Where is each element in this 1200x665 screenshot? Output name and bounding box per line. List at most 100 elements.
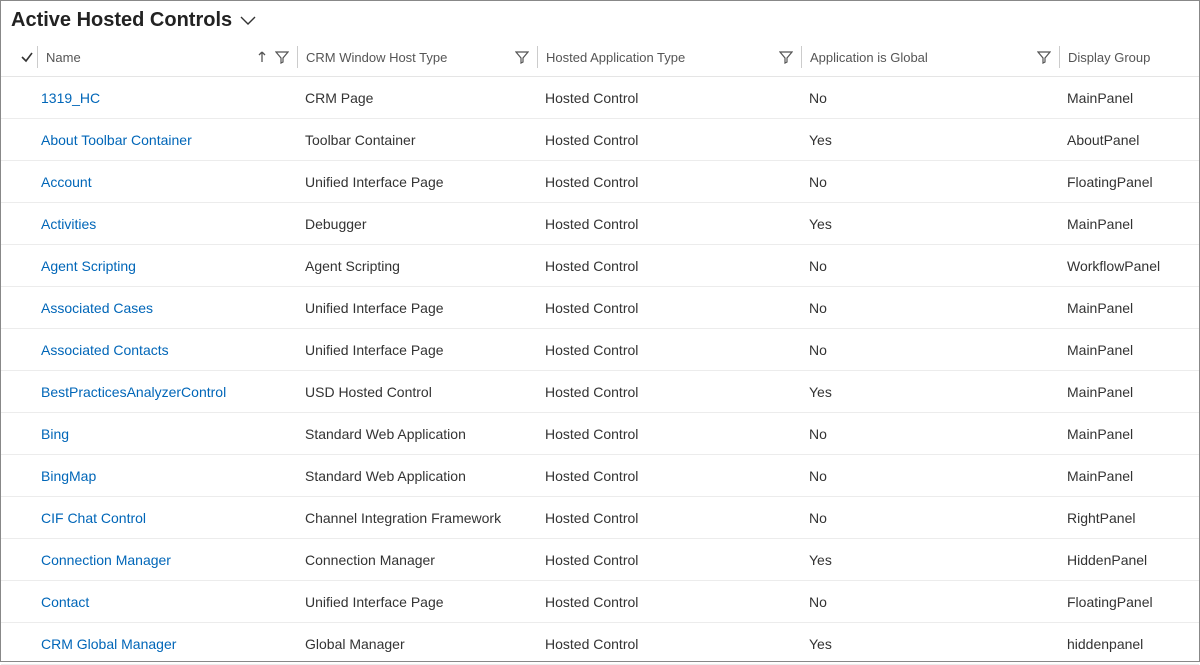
- cell-display-group: MainPanel: [1059, 342, 1179, 358]
- filter-icon[interactable]: [515, 50, 529, 64]
- cell-display-group: MainPanel: [1059, 300, 1179, 316]
- record-link[interactable]: Connection Manager: [41, 552, 171, 568]
- cell-app-type: Hosted Control: [537, 216, 801, 232]
- record-link[interactable]: Associated Contacts: [41, 342, 169, 358]
- cell-app-type: Hosted Control: [537, 258, 801, 274]
- cell-app-type: Hosted Control: [537, 90, 801, 106]
- grid-body: 1319_HCCRM PageHosted ControlNoMainPanel…: [1, 77, 1199, 665]
- table-row[interactable]: Bing Standard Web ApplicationHosted Contr…: [1, 413, 1199, 455]
- cell-display-group: HiddenPanel: [1059, 552, 1179, 568]
- record-link[interactable]: BestPracticesAnalyzerControl: [41, 384, 226, 400]
- column-label: CRM Window Host Type: [306, 50, 515, 65]
- cell-global: No: [801, 90, 1059, 106]
- column-label: Hosted Application Type: [546, 50, 779, 65]
- cell-host-type: CRM Page: [297, 90, 537, 106]
- cell-host-type: Global Manager: [297, 636, 537, 652]
- cell-display-group: hiddenpanel: [1059, 636, 1179, 652]
- table-row[interactable]: 1319_HC CRM PageHosted ControlNoMainPanel: [1, 77, 1199, 119]
- cell-app-type: Hosted Control: [537, 426, 801, 442]
- record-link[interactable]: Agent Scripting: [41, 258, 136, 274]
- column-header-global[interactable]: Application is Global: [801, 46, 1059, 68]
- cell-app-type: Hosted Control: [537, 552, 801, 568]
- cell-display-group: MainPanel: [1059, 426, 1179, 442]
- cell-display-group: MainPanel: [1059, 90, 1179, 106]
- cell-app-type: Hosted Control: [537, 300, 801, 316]
- column-header-host-type[interactable]: CRM Window Host Type: [297, 46, 537, 68]
- table-row[interactable]: CIF Chat Control Channel Integration Fram…: [1, 497, 1199, 539]
- table-row[interactable]: Connection ManagerConnection ManagerHost…: [1, 539, 1199, 581]
- select-all-checkbox[interactable]: [17, 46, 37, 68]
- cell-display-group: FloatingPanel: [1059, 594, 1179, 610]
- table-row[interactable]: BestPracticesAnalyzerControlUSD Hosted C…: [1, 371, 1199, 413]
- filter-icon[interactable]: [275, 50, 289, 64]
- cell-display-group: WorkflowPanel: [1059, 258, 1179, 274]
- cell-display-group: MainPanel: [1059, 384, 1179, 400]
- column-label: Display Group: [1068, 50, 1179, 65]
- cell-app-type: Hosted Control: [537, 174, 801, 190]
- cell-host-type: Standard Web Application: [297, 468, 537, 484]
- cell-global: Yes: [801, 636, 1059, 652]
- cell-host-type: Channel Integration Framework: [297, 510, 537, 526]
- column-label: Application is Global: [810, 50, 1037, 65]
- column-header-app-type[interactable]: Hosted Application Type: [537, 46, 801, 68]
- table-row[interactable]: Activities DebuggerHosted ControlYesMainP…: [1, 203, 1199, 245]
- record-link[interactable]: Account: [41, 174, 92, 190]
- cell-host-type: Unified Interface Page: [297, 300, 537, 316]
- cell-host-type: Debugger: [297, 216, 537, 232]
- table-row[interactable]: Associated Contacts Unified Interface Pag…: [1, 329, 1199, 371]
- table-row[interactable]: Contact Unified Interface PageHosted Cont…: [1, 581, 1199, 623]
- view-picker-chevron-icon[interactable]: [240, 16, 256, 26]
- cell-global: Yes: [801, 132, 1059, 148]
- record-link[interactable]: Associated Cases: [41, 300, 153, 316]
- cell-host-type: Unified Interface Page: [297, 342, 537, 358]
- cell-host-type: Connection Manager: [297, 552, 537, 568]
- cell-global: Yes: [801, 384, 1059, 400]
- table-row[interactable]: CRM Global Manager Global ManagerHosted C…: [1, 623, 1199, 665]
- cell-global: No: [801, 174, 1059, 190]
- record-link[interactable]: 1319_HC: [41, 90, 100, 106]
- record-link[interactable]: CRM Global Manager: [41, 636, 176, 652]
- table-row[interactable]: Account Unified Interface PageHosted Cont…: [1, 161, 1199, 203]
- record-link[interactable]: About Toolbar Container: [41, 132, 192, 148]
- cell-app-type: Hosted Control: [537, 636, 801, 652]
- cell-app-type: Hosted Control: [537, 510, 801, 526]
- cell-app-type: Hosted Control: [537, 132, 801, 148]
- table-row[interactable]: Agent ScriptingAgent ScriptingHosted Con…: [1, 245, 1199, 287]
- view-header: Active Hosted Controls: [1, 1, 1199, 38]
- record-link[interactable]: Contact: [41, 594, 89, 610]
- record-link[interactable]: BingMap: [41, 468, 96, 484]
- cell-global: No: [801, 594, 1059, 610]
- column-header-name[interactable]: Name: [37, 46, 297, 68]
- cell-app-type: Hosted Control: [537, 594, 801, 610]
- record-link[interactable]: CIF Chat Control: [41, 510, 146, 526]
- cell-global: No: [801, 258, 1059, 274]
- cell-display-group: RightPanel: [1059, 510, 1179, 526]
- cell-host-type: Unified Interface Page: [297, 174, 537, 190]
- cell-display-group: MainPanel: [1059, 468, 1179, 484]
- record-link[interactable]: Bing: [41, 426, 69, 442]
- column-label: Name: [46, 50, 255, 65]
- cell-global: No: [801, 468, 1059, 484]
- cell-host-type: Toolbar Container: [297, 132, 537, 148]
- table-row[interactable]: BingMap Standard Web ApplicationHosted Co…: [1, 455, 1199, 497]
- table-row[interactable]: About Toolbar Container Toolbar Container…: [1, 119, 1199, 161]
- cell-global: No: [801, 426, 1059, 442]
- filter-icon[interactable]: [1037, 50, 1051, 64]
- cell-host-type: Standard Web Application: [297, 426, 537, 442]
- cell-display-group: MainPanel: [1059, 216, 1179, 232]
- filter-icon[interactable]: [779, 50, 793, 64]
- view-title: Active Hosted Controls: [11, 9, 232, 32]
- cell-global: No: [801, 300, 1059, 316]
- cell-display-group: AboutPanel: [1059, 132, 1179, 148]
- column-header-display-group[interactable]: Display Group: [1059, 46, 1179, 68]
- cell-host-type: Agent Scripting: [297, 258, 537, 274]
- sort-asc-icon[interactable]: [255, 50, 269, 64]
- record-link[interactable]: Activities: [41, 216, 96, 232]
- cell-host-type: Unified Interface Page: [297, 594, 537, 610]
- table-row[interactable]: Associated Cases Unified Interface PageHo…: [1, 287, 1199, 329]
- grid-header-row: Name CRM Window Host Type Hosted Applica…: [1, 38, 1199, 77]
- cell-global: Yes: [801, 216, 1059, 232]
- cell-global: No: [801, 510, 1059, 526]
- cell-global: No: [801, 342, 1059, 358]
- cell-app-type: Hosted Control: [537, 468, 801, 484]
